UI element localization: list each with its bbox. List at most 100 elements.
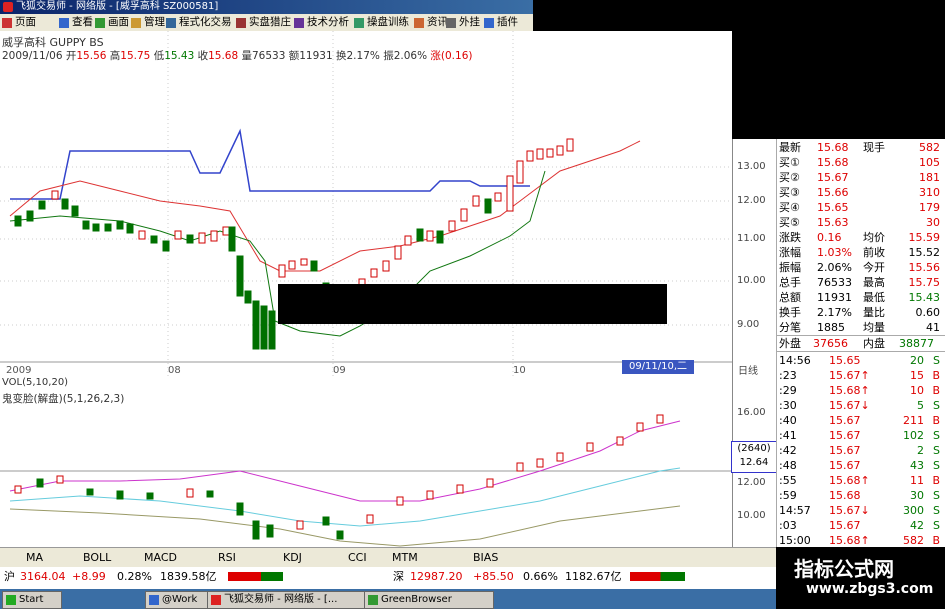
- tick-volume: 2: [917, 444, 924, 457]
- menu-manage[interactable]: 管理: [131, 15, 165, 30]
- tick-direction: B: [932, 534, 940, 547]
- tab-boll[interactable]: BOLL: [83, 551, 111, 564]
- indicator-candle: [266, 524, 274, 538]
- indicator-candle: [14, 485, 22, 494]
- menu-plugin[interactable]: 外挂: [446, 15, 480, 30]
- tick-direction: S: [933, 459, 940, 472]
- tick-time: :41: [779, 429, 797, 442]
- tick-volume: 15: [910, 369, 924, 382]
- quote-value2: 0.60: [915, 306, 941, 319]
- tick-direction: B: [932, 384, 940, 397]
- indicator-candle: [236, 502, 244, 516]
- menu-view[interactable]: 查看: [59, 15, 93, 30]
- candle: [92, 223, 100, 232]
- quote-value: 15.65: [817, 201, 849, 214]
- tick-price: 15.67: [829, 519, 861, 532]
- turnover-value: 2.17%: [346, 50, 380, 62]
- indicator-candle: [426, 490, 434, 500]
- low-label: 低: [153, 50, 165, 62]
- view-icon: [59, 18, 69, 28]
- menu-training[interactable]: 操盘训练: [354, 15, 409, 30]
- quote-panel: 最新 15.68 现手 582 买① 15.68 105 买② 15.67 181 买③ 15.66 3…: [776, 139, 945, 547]
- menu-page[interactable]: 页面: [2, 15, 36, 30]
- indicator-candle: [536, 458, 544, 468]
- menu-program-trade[interactable]: 程式化交易: [166, 15, 232, 30]
- amplitude-value: 2.06%: [393, 50, 428, 62]
- tick-price: 15.67↑: [829, 369, 870, 382]
- indicator-candle: [186, 488, 194, 498]
- menu-label: 操盘训练: [367, 16, 409, 28]
- date-tick-label: 10: [513, 365, 526, 376]
- indicator-candle: [86, 488, 94, 496]
- guppy-blue-line: [10, 128, 530, 200]
- quote-value: 1.03%: [817, 246, 852, 259]
- candle: [382, 260, 390, 272]
- screen-icon: [95, 18, 105, 28]
- tick-direction: S: [933, 429, 940, 442]
- indicator-candle: [116, 490, 124, 500]
- tick-time: :03: [779, 519, 797, 532]
- candle: [186, 234, 194, 244]
- tech-analysis-icon: [294, 18, 304, 28]
- quote-value: 2.17%: [817, 306, 852, 319]
- menu-tech-analysis[interactable]: 技术分析: [294, 15, 349, 30]
- tick-time: 15:00: [779, 534, 811, 547]
- close-label: 收: [197, 50, 209, 62]
- period-label[interactable]: 日线: [738, 362, 758, 377]
- indicator-candle: [366, 514, 374, 524]
- candle: [516, 160, 524, 184]
- tab-macd[interactable]: MACD: [144, 551, 177, 564]
- menu-live-hunt[interactable]: 实盘猎庄: [236, 15, 291, 30]
- tick-direction: B: [932, 474, 940, 487]
- tick-time: 14:57: [779, 504, 811, 517]
- tick-direction: S: [933, 444, 940, 457]
- candle: [222, 226, 230, 236]
- close-value: 15.68: [208, 50, 239, 62]
- tick-row: :48 15.67 43 S: [777, 458, 945, 473]
- indicator-candle: [252, 520, 260, 540]
- cur-value-line1: (2640): [737, 443, 771, 454]
- quote-label2: 今开: [863, 261, 885, 274]
- sz-change: +85.50: [473, 570, 514, 583]
- indicator-candle: [616, 436, 624, 446]
- quote-value: 0.16: [817, 231, 842, 244]
- manage-icon: [131, 18, 141, 28]
- tab-kdj[interactable]: KDJ: [283, 551, 302, 564]
- menu-addon[interactable]: 插件: [484, 15, 518, 30]
- candle: [198, 232, 206, 244]
- candle: [436, 230, 444, 244]
- tick-price: 15.68↑: [829, 534, 870, 547]
- tick-time: :40: [779, 414, 797, 427]
- tab-bias[interactable]: BIAS: [473, 551, 498, 564]
- tick-time: :42: [779, 444, 797, 457]
- tick-row: 14:56 15.65 20 S: [777, 353, 945, 368]
- tab-ma[interactable]: MA: [26, 551, 43, 564]
- menu-bar: 页面 查看 画面 管理 程式化交易 实盘猎庄 技术分析 操盘训练 资讯 外挂 插件: [0, 14, 533, 32]
- quote-label: 买⑤: [779, 216, 800, 229]
- watermark-title: 指标公式网: [794, 557, 894, 581]
- indicator-candle: [586, 442, 594, 452]
- menu-screen[interactable]: 画面: [95, 15, 129, 30]
- quote-value: 2.06%: [817, 261, 852, 274]
- taskbar-app[interactable]: 飞狐交易师 - 网络版 - [...: [207, 591, 377, 609]
- guppy-red-line: [9, 140, 641, 272]
- quote-label: 分笔: [779, 321, 801, 334]
- redacted-bar: [278, 284, 667, 324]
- candle: [310, 260, 318, 272]
- candle: [426, 230, 434, 242]
- taskbar-browser[interactable]: GreenBrowser: [364, 591, 494, 609]
- taskbar-label: GreenBrowser: [381, 594, 452, 605]
- amount-label: 额: [288, 50, 300, 62]
- tab-rsi[interactable]: RSI: [218, 551, 236, 564]
- taskbar-label: @Work: [162, 594, 198, 605]
- candle: [150, 235, 158, 244]
- tab-mtm[interactable]: MTM: [392, 551, 418, 564]
- tab-cci[interactable]: CCI: [348, 551, 367, 564]
- price-tick-label: 11.00: [737, 233, 766, 244]
- candle: [82, 220, 90, 230]
- taskbar-start[interactable]: Start: [2, 591, 62, 609]
- menu-news[interactable]: 资讯: [414, 15, 448, 30]
- quote-value: 15.63: [817, 216, 849, 229]
- tick-direction: S: [933, 519, 940, 532]
- candle: [506, 175, 514, 212]
